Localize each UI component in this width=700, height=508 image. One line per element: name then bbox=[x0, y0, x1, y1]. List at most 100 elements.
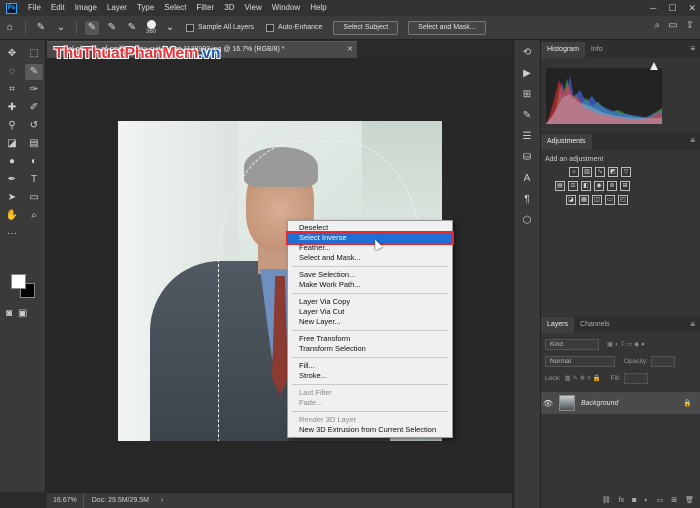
layer-background[interactable]: 👁 Background 🔒 bbox=[541, 392, 700, 414]
libraries-icon[interactable]: ⛁ bbox=[517, 149, 537, 166]
color-balance-icon[interactable]: ⚖ bbox=[568, 181, 578, 191]
sample-all-layers-checkbox[interactable]: Sample All Layers bbox=[186, 23, 254, 32]
context-item-save-selection[interactable]: Save Selection... bbox=[288, 270, 452, 280]
channel-mixer-icon[interactable]: ⊛ bbox=[607, 181, 617, 191]
add-selection-brush-icon[interactable]: ✎ bbox=[105, 21, 119, 35]
subtract-selection-brush-icon[interactable]: ✎ bbox=[125, 21, 139, 35]
zoom-tool-icon[interactable]: ⌕ bbox=[25, 208, 43, 224]
layer-style-icon[interactable]: fx bbox=[619, 497, 624, 504]
kind-filter-select[interactable]: Kind bbox=[545, 338, 599, 350]
selective-color-icon[interactable]: ◰ bbox=[618, 195, 628, 205]
panel-menu-icon[interactable]: ≡ bbox=[690, 136, 695, 145]
select-and-mask-button[interactable]: Select and Mask... bbox=[408, 20, 486, 35]
play-action-icon[interactable]: ▶ bbox=[517, 65, 537, 82]
vibrance-icon[interactable]: ▽ bbox=[621, 167, 631, 177]
lock-icon[interactable]: 🔒 bbox=[683, 399, 692, 407]
brush-tool-icon[interactable]: ✐ bbox=[25, 100, 43, 116]
brush-settings-icon[interactable]: ✎ bbox=[517, 107, 537, 124]
path-selection-tool-icon[interactable]: ➤ bbox=[3, 190, 21, 206]
opacity-field[interactable] bbox=[650, 355, 675, 367]
more-tools-icon[interactable]: ··· bbox=[3, 226, 21, 242]
menu-layer[interactable]: Layer bbox=[102, 0, 132, 16]
menu-type[interactable]: Type bbox=[132, 0, 159, 16]
history-panel-icon[interactable]: ⟲ bbox=[517, 44, 537, 61]
tab-layers[interactable]: Layers bbox=[541, 317, 575, 333]
marquee-tool-icon[interactable]: ⬚ bbox=[25, 46, 43, 62]
close-icon[interactable]: ✕ bbox=[688, 0, 696, 16]
quick-selection-tool-icon[interactable]: ✎ bbox=[25, 64, 43, 80]
color-lookup-icon[interactable]: ⊞ bbox=[620, 181, 630, 191]
move-tool-icon[interactable]: ✥ bbox=[3, 46, 21, 62]
gradient-tool-icon[interactable]: ▤ bbox=[25, 136, 43, 152]
panel-menu-icon[interactable]: ≡ bbox=[690, 320, 695, 329]
chevron-down-icon[interactable]: ⌄ bbox=[163, 21, 177, 35]
invert-icon[interactable]: ◪ bbox=[566, 195, 576, 205]
minimize-icon[interactable]: ─ bbox=[650, 0, 656, 16]
blur-tool-icon[interactable]: ● bbox=[3, 154, 21, 170]
properties-icon[interactable]: ☰ bbox=[517, 128, 537, 145]
lock-icons[interactable]: ▦ ✎ ✥ ⌗ 🔒 bbox=[565, 374, 601, 383]
context-item-stroke[interactable]: Stroke... bbox=[288, 371, 452, 381]
filter-icons[interactable]: ▣ ◐ T ▭ ◆ ● bbox=[607, 340, 645, 348]
adjustments-title[interactable]: Adjustments bbox=[541, 134, 592, 150]
eraser-tool-icon[interactable]: ◪ bbox=[3, 136, 21, 152]
3d-icon[interactable]: ⬡ bbox=[517, 212, 537, 229]
fill-field[interactable] bbox=[623, 372, 648, 384]
panel-menu-icon[interactable]: ≡ bbox=[690, 44, 695, 53]
new-selection-brush-icon[interactable]: ✎ bbox=[85, 20, 99, 35]
posterize-icon[interactable]: ▦ bbox=[579, 195, 589, 205]
menu-select[interactable]: Select bbox=[159, 0, 191, 16]
brush-size-picker[interactable]: 360 bbox=[146, 20, 156, 35]
menu-window[interactable]: Window bbox=[267, 0, 305, 16]
select-subject-button[interactable]: Select Subject bbox=[333, 20, 399, 35]
add-mask-icon[interactable]: ◙ bbox=[632, 497, 636, 504]
eye-icon[interactable]: 👁 bbox=[541, 399, 555, 408]
brightness-contrast-icon[interactable]: ☼ bbox=[569, 167, 579, 177]
context-item-new-3d-extrusion-from-current-selection[interactable]: New 3D Extrusion from Current Selection bbox=[288, 425, 452, 435]
workspace-icon[interactable]: ▭ bbox=[668, 20, 677, 31]
quick-mask-icon[interactable]: ◙ bbox=[6, 308, 12, 319]
tab-info[interactable]: Info bbox=[585, 42, 609, 58]
blend-mode-select[interactable]: Normal bbox=[545, 355, 615, 367]
history-brush-tool-icon[interactable]: ↺ bbox=[25, 118, 43, 134]
lasso-tool-icon[interactable]: ◌ bbox=[3, 64, 21, 80]
search-icon[interactable]: ⌕ bbox=[655, 20, 661, 31]
share-icon[interactable]: ⇪ bbox=[686, 20, 694, 31]
context-item-layer-via-copy[interactable]: Layer Via Copy bbox=[288, 297, 452, 307]
paragraph-icon[interactable]: ¶ bbox=[517, 191, 537, 208]
zoom-level[interactable]: 16.67% bbox=[47, 492, 84, 508]
link-layers-icon[interactable]: ⛓ bbox=[602, 496, 611, 504]
new-group-icon[interactable]: ▭ bbox=[657, 496, 664, 504]
chevron-right-icon[interactable]: › bbox=[161, 497, 163, 504]
chevron-down-icon[interactable]: ⌄ bbox=[54, 21, 68, 35]
exposure-icon[interactable]: ◩ bbox=[608, 167, 618, 177]
menu-file[interactable]: File bbox=[23, 0, 46, 16]
layer-comps-icon[interactable]: ⊞ bbox=[517, 86, 537, 103]
hand-tool-icon[interactable]: ✋ bbox=[3, 208, 21, 224]
tab-channels[interactable]: Channels bbox=[574, 317, 616, 333]
new-layer-icon[interactable]: ⊞ bbox=[671, 496, 677, 504]
menu-edit[interactable]: Edit bbox=[46, 0, 70, 16]
clone-stamp-tool-icon[interactable]: ⚲ bbox=[3, 118, 21, 134]
menu-view[interactable]: View bbox=[240, 0, 267, 16]
home-icon[interactable]: ⌂ bbox=[3, 21, 17, 35]
context-item-new-layer[interactable]: New Layer... bbox=[288, 317, 452, 327]
screen-mode-icon[interactable]: ▣ bbox=[18, 308, 27, 319]
auto-enhance-checkbox[interactable]: Auto-Enhance bbox=[266, 23, 322, 32]
maximize-icon[interactable]: ☐ bbox=[668, 0, 676, 16]
black-white-icon[interactable]: ◧ bbox=[581, 181, 591, 191]
adjustment-layer-icon[interactable]: ◐ bbox=[644, 497, 648, 504]
foreground-color-swatch[interactable] bbox=[11, 274, 26, 289]
gradient-map-icon[interactable]: ▭ bbox=[605, 195, 615, 205]
context-item-select-inverse[interactable]: Select Inverse bbox=[286, 231, 454, 245]
context-item-transform-selection[interactable]: Transform Selection bbox=[288, 344, 452, 354]
eyedropper-tool-icon[interactable]: ✑ bbox=[25, 82, 43, 98]
rectangle-tool-icon[interactable]: ▭ bbox=[25, 190, 43, 206]
menu-help[interactable]: Help bbox=[305, 0, 331, 16]
pen-tool-icon[interactable]: ✒ bbox=[3, 172, 21, 188]
crop-tool-icon[interactable]: ⌗ bbox=[3, 82, 21, 98]
tab-histogram[interactable]: Histogram bbox=[541, 42, 585, 58]
threshold-icon[interactable]: ◫ bbox=[592, 195, 602, 205]
delete-layer-icon[interactable]: 🗑 bbox=[685, 496, 694, 504]
hue-saturation-icon[interactable]: ▤ bbox=[555, 181, 565, 191]
